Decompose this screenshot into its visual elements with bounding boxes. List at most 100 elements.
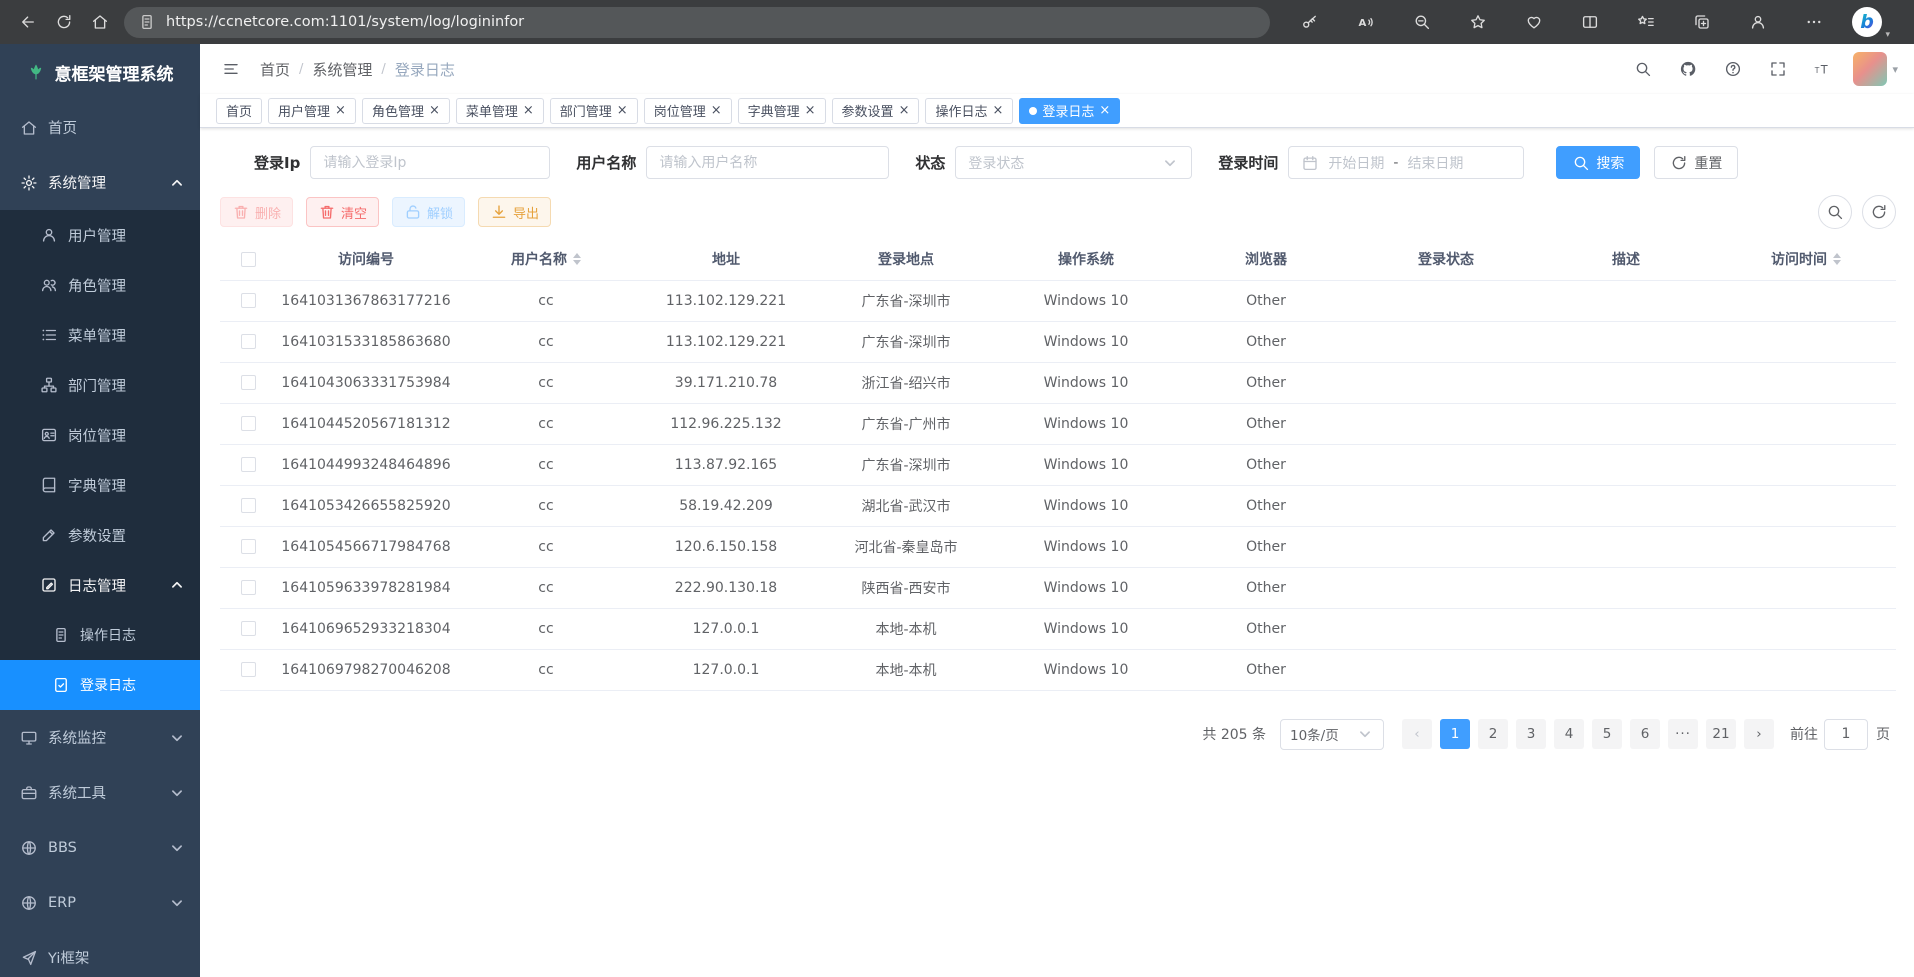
tab[interactable]: 菜单管理 × [456, 98, 544, 124]
login-ip-input[interactable] [310, 146, 550, 179]
select-all-checkbox[interactable] [241, 252, 256, 267]
sidebar-item[interactable]: 登录日志 [0, 660, 200, 710]
browser-nav-button[interactable] [82, 4, 118, 40]
page-button[interactable]: 6 [1630, 719, 1660, 749]
sidebar-item[interactable]: 系统监控 [0, 710, 200, 765]
page-button[interactable]: 3 [1516, 719, 1546, 749]
close-icon[interactable]: × [992, 104, 1003, 117]
sort-toggle[interactable] [573, 253, 581, 265]
browser-action-button[interactable] [1572, 4, 1608, 40]
sidebar-item-label: 系统管理 [48, 172, 106, 193]
header-action-button[interactable] [1718, 54, 1748, 84]
browser-action-button[interactable] [1628, 4, 1664, 40]
browser-action-button[interactable] [1796, 4, 1832, 40]
row-checkbox[interactable] [241, 621, 256, 636]
reset-button[interactable]: 重置 [1654, 146, 1738, 179]
bing-copilot-icon[interactable]: b ▾ [1852, 7, 1882, 37]
tab[interactable]: 首页 [216, 98, 262, 124]
close-icon[interactable]: × [523, 104, 534, 117]
tab[interactable]: 字典管理 × [738, 98, 826, 124]
header-action-button[interactable] [1628, 54, 1658, 84]
close-icon[interactable]: × [899, 104, 910, 117]
sidebar-item[interactable]: 系统管理 [0, 155, 200, 210]
row-checkbox[interactable] [241, 334, 256, 349]
table-header-row: 访问编号 用户名称 地址 [220, 239, 1896, 280]
browser-action-button[interactable] [1292, 4, 1328, 40]
row-checkbox[interactable] [241, 580, 256, 595]
page-button[interactable]: 2 [1478, 719, 1508, 749]
browser-action-button[interactable] [1684, 4, 1720, 40]
sidebar-item[interactable]: Yi框架 [0, 930, 200, 977]
sidebar-item[interactable]: ERP [0, 875, 200, 930]
address-bar[interactable]: https://ccnetcore.com:1101/system/log/lo… [124, 7, 1270, 38]
username-input[interactable] [646, 146, 889, 179]
sidebar-item[interactable]: 角色管理 [0, 260, 200, 310]
close-icon[interactable]: × [711, 104, 722, 117]
sidebar-item[interactable]: 字典管理 [0, 460, 200, 510]
sidebar-item[interactable]: 用户管理 [0, 210, 200, 260]
sort-toggle[interactable] [1833, 253, 1841, 265]
row-checkbox[interactable] [241, 293, 256, 308]
user-avatar[interactable]: ▾ [1853, 52, 1898, 86]
page-size-select[interactable]: 10条/页 [1280, 719, 1384, 750]
close-icon[interactable]: × [617, 104, 628, 117]
browser-nav-button[interactable] [46, 4, 82, 40]
refresh-table-button[interactable] [1862, 195, 1896, 229]
sidebar-item[interactable]: 参数设置 [0, 510, 200, 560]
sidebar-item[interactable]: 系统工具 [0, 765, 200, 820]
browser-nav-button[interactable] [10, 4, 46, 40]
goto-page-input[interactable] [1824, 719, 1868, 750]
row-checkbox[interactable] [241, 662, 256, 677]
row-checkbox[interactable] [241, 539, 256, 554]
header-action-button[interactable] [1808, 54, 1838, 84]
close-icon[interactable]: × [805, 104, 816, 117]
sidebar-item[interactable]: 部门管理 [0, 360, 200, 410]
browser-action-button[interactable] [1460, 4, 1496, 40]
tab[interactable]: 部门管理 × [550, 98, 638, 124]
tab[interactable]: 用户管理 × [268, 98, 356, 124]
app-logo[interactable]: 意框架管理系统 [0, 44, 200, 100]
cell-address: 113.87.92.165 [636, 444, 816, 485]
row-checkbox[interactable] [241, 375, 256, 390]
status-select[interactable]: 登录状态 [955, 146, 1192, 179]
tab[interactable]: 登录日志 × [1019, 98, 1120, 124]
tab[interactable]: 参数设置 × [832, 98, 920, 124]
sidebar-item[interactable]: 岗位管理 [0, 410, 200, 460]
close-icon[interactable]: × [429, 104, 440, 117]
page-button[interactable]: 1 [1440, 719, 1470, 749]
close-icon[interactable]: × [1099, 104, 1110, 117]
date-range-picker[interactable]: 开始日期 - 结束日期 [1288, 146, 1524, 179]
tab[interactable]: 角色管理 × [362, 98, 450, 124]
header-action-button[interactable] [1673, 54, 1703, 84]
sidebar-item[interactable]: BBS [0, 820, 200, 875]
header-action-button[interactable] [1763, 54, 1793, 84]
sidebar-item[interactable]: 菜单管理 [0, 310, 200, 360]
breadcrumb-home[interactable]: 首页 [260, 59, 290, 80]
next-page-button[interactable]: › [1744, 719, 1774, 749]
tab[interactable]: 岗位管理 × [644, 98, 732, 124]
browser-action-button[interactable] [1516, 4, 1552, 40]
browser-action-button[interactable] [1404, 4, 1440, 40]
tab-label: 用户管理 [278, 101, 330, 120]
sidebar-item[interactable]: 日志管理 [0, 560, 200, 610]
row-checkbox[interactable] [241, 457, 256, 472]
status-placeholder: 登录状态 [968, 153, 1024, 173]
page-button[interactable]: 5 [1592, 719, 1622, 749]
browser-action-button[interactable] [1348, 4, 1384, 40]
search-button[interactable]: 搜索 [1556, 146, 1640, 179]
clear-button[interactable]: 清空 [306, 197, 379, 227]
page-button[interactable]: ··· [1668, 719, 1698, 749]
browser-action-button[interactable] [1740, 4, 1776, 40]
page-button[interactable]: 21 [1706, 719, 1736, 749]
tab[interactable]: 操作日志 × [925, 98, 1013, 124]
page-button[interactable]: 4 [1554, 719, 1584, 749]
export-button[interactable]: 导出 [478, 197, 551, 227]
show-search-button[interactable] [1818, 195, 1852, 229]
sidebar-item[interactable]: 操作日志 [0, 610, 200, 660]
row-checkbox[interactable] [241, 416, 256, 431]
breadcrumb-system[interactable]: 系统管理 [312, 59, 372, 80]
close-icon[interactable]: × [335, 104, 346, 117]
collapse-menu-button[interactable] [216, 54, 246, 84]
row-checkbox[interactable] [241, 498, 256, 513]
sidebar-item[interactable]: 首页 [0, 100, 200, 155]
